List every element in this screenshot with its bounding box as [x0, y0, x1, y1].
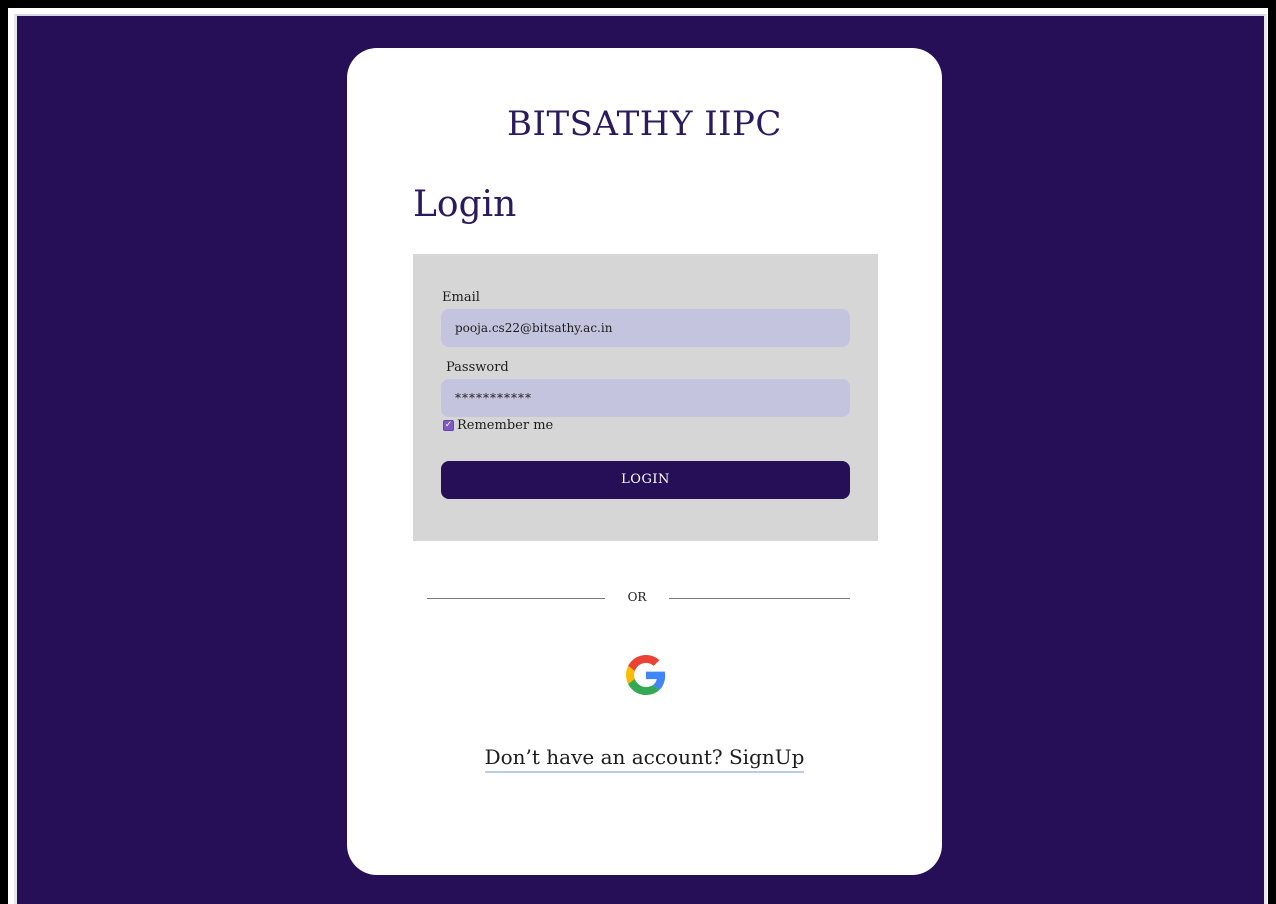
google-icon	[626, 655, 666, 695]
signup-prompt: Don’t have an account? SignUp	[347, 745, 942, 773]
divider-line-left	[427, 598, 605, 599]
brand-title: BITSATHY IIPC	[507, 104, 782, 144]
email-field[interactable]: pooja.cs22@bitsathy.ac.in	[441, 309, 850, 347]
login-button[interactable]: LOGIN	[441, 461, 850, 499]
or-divider: OR	[427, 588, 850, 608]
password-label: Password	[446, 360, 509, 375]
divider-text: OR	[627, 590, 647, 604]
remember-me[interactable]: ✓ Remember me	[443, 418, 553, 433]
login-form: Email pooja.cs22@bitsathy.ac.in Password…	[413, 254, 878, 541]
google-signin-button[interactable]	[625, 654, 667, 696]
divider-line-right	[669, 598, 850, 599]
signup-link[interactable]: Don’t have an account? SignUp	[484, 745, 805, 773]
login-card: BITSATHY IIPC Login Email pooja.cs22@bit…	[347, 48, 942, 875]
email-label: Email	[442, 290, 480, 305]
remember-me-checkbox[interactable]: ✓	[443, 420, 454, 431]
remember-me-label: Remember me	[457, 418, 554, 433]
page-title: Login	[413, 184, 517, 225]
password-field[interactable]: ***********	[441, 379, 850, 417]
